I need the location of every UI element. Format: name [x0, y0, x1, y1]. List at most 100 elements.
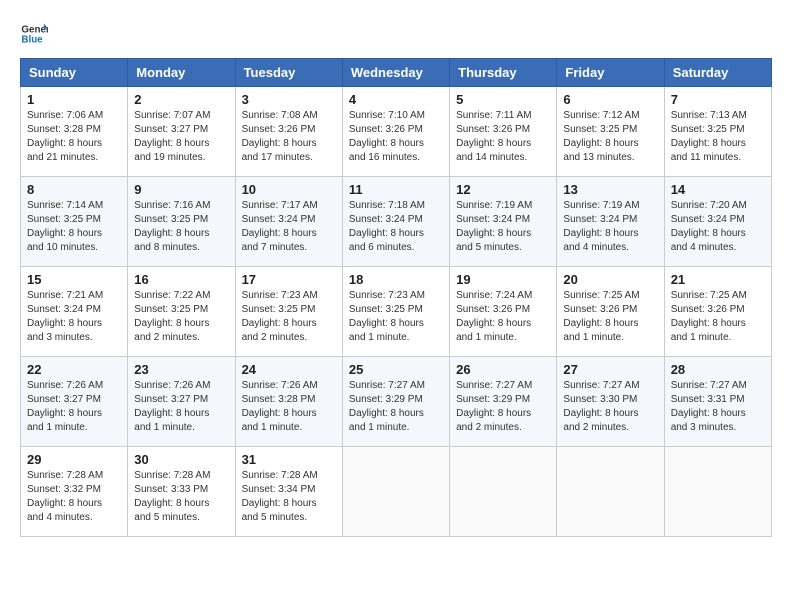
column-header-monday: Monday — [128, 59, 235, 87]
day-number: 8 — [27, 182, 121, 197]
calendar-cell: 22 Sunrise: 7:26 AMSunset: 3:27 PMDayligh… — [21, 357, 128, 447]
day-info: Sunrise: 7:13 AMSunset: 3:25 PMDaylight:… — [671, 109, 765, 165]
week-row: 15 Sunrise: 7:21 AMSunset: 3:24 PMDayligh… — [21, 267, 772, 357]
day-number: 14 — [671, 182, 765, 197]
day-number: 6 — [563, 92, 657, 107]
calendar-cell: 21 Sunrise: 7:25 AMSunset: 3:26 PMDayligh… — [664, 267, 771, 357]
day-number: 19 — [456, 272, 550, 287]
calendar-cell — [557, 447, 664, 537]
day-info: Sunrise: 7:26 AMSunset: 3:27 PMDaylight:… — [27, 379, 121, 435]
day-info: Sunrise: 7:24 AMSunset: 3:26 PMDaylight:… — [456, 289, 550, 345]
calendar-cell: 31 Sunrise: 7:28 AMSunset: 3:34 PMDayligh… — [235, 447, 342, 537]
day-number: 11 — [349, 182, 443, 197]
calendar-cell: 2Sunrise: 7:07 AMSunset: 3:27 PMDaylight… — [128, 87, 235, 177]
day-info: Sunrise: 7:12 AMSunset: 3:25 PMDaylight:… — [563, 109, 657, 165]
day-number: 12 — [456, 182, 550, 197]
header-row: SundayMondayTuesdayWednesdayThursdayFrid… — [21, 59, 772, 87]
day-info: Sunrise: 7:27 AMSunset: 3:31 PMDaylight:… — [671, 379, 765, 435]
calendar-table: SundayMondayTuesdayWednesdayThursdayFrid… — [20, 58, 772, 537]
calendar-cell: 28 Sunrise: 7:27 AMSunset: 3:31 PMDayligh… — [664, 357, 771, 447]
calendar-cell: 14 Sunrise: 7:20 AMSunset: 3:24 PMDayligh… — [664, 177, 771, 267]
day-number: 27 — [563, 362, 657, 377]
calendar-cell — [450, 447, 557, 537]
day-number: 4 — [349, 92, 443, 107]
column-header-thursday: Thursday — [450, 59, 557, 87]
calendar-cell: 10 Sunrise: 7:17 AMSunset: 3:24 PMDayligh… — [235, 177, 342, 267]
logo: General Blue — [20, 20, 48, 48]
day-number: 21 — [671, 272, 765, 287]
day-info: Sunrise: 7:26 AMSunset: 3:28 PMDaylight:… — [242, 379, 336, 435]
day-info: Sunrise: 7:19 AMSunset: 3:24 PMDaylight:… — [456, 199, 550, 255]
day-info: Sunrise: 7:18 AMSunset: 3:24 PMDaylight:… — [349, 199, 443, 255]
calendar-cell: 3 Sunrise: 7:08 AMSunset: 3:26 PMDaylight… — [235, 87, 342, 177]
day-number: 30 — [134, 452, 228, 467]
calendar-cell: 5 Sunrise: 7:11 AMSunset: 3:26 PMDaylight… — [450, 87, 557, 177]
calendar-header: SundayMondayTuesdayWednesdayThursdayFrid… — [21, 59, 772, 87]
day-number: 22 — [27, 362, 121, 377]
day-info: Sunrise: 7:26 AMSunset: 3:27 PMDaylight:… — [134, 379, 228, 435]
day-number: 10 — [242, 182, 336, 197]
calendar-cell: 13Sunrise: 7:19 AMSunset: 3:24 PMDayligh… — [557, 177, 664, 267]
day-number: 18 — [349, 272, 443, 287]
day-info: Sunrise: 7:23 AMSunset: 3:25 PMDaylight:… — [349, 289, 443, 345]
week-row: 22 Sunrise: 7:26 AMSunset: 3:27 PMDayligh… — [21, 357, 772, 447]
calendar-cell: 6 Sunrise: 7:12 AMSunset: 3:25 PMDaylight… — [557, 87, 664, 177]
calendar-cell: 24 Sunrise: 7:26 AMSunset: 3:28 PMDayligh… — [235, 357, 342, 447]
day-info: Sunrise: 7:28 AMSunset: 3:34 PMDaylight:… — [242, 469, 336, 525]
day-info: Sunrise: 7:19 AMSunset: 3:24 PMDaylight:… — [563, 199, 657, 255]
day-number: 2 — [134, 92, 228, 107]
calendar-cell: 29Sunrise: 7:28 AMSunset: 3:32 PMDayligh… — [21, 447, 128, 537]
calendar-cell: 25Sunrise: 7:27 AMSunset: 3:29 PMDayligh… — [342, 357, 449, 447]
page-header: General Blue — [20, 20, 772, 48]
day-number: 1 — [27, 92, 121, 107]
day-number: 7 — [671, 92, 765, 107]
calendar-cell: 12 Sunrise: 7:19 AMSunset: 3:24 PMDayligh… — [450, 177, 557, 267]
day-number: 17 — [242, 272, 336, 287]
day-info: Sunrise: 7:11 AMSunset: 3:26 PMDaylight:… — [456, 109, 550, 165]
column-header-saturday: Saturday — [664, 59, 771, 87]
day-number: 15 — [27, 272, 121, 287]
day-info: Sunrise: 7:28 AMSunset: 3:33 PMDaylight:… — [134, 469, 228, 525]
day-info: Sunrise: 7:17 AMSunset: 3:24 PMDaylight:… — [242, 199, 336, 255]
calendar-cell: 8Sunrise: 7:14 AMSunset: 3:25 PMDaylight… — [21, 177, 128, 267]
column-header-friday: Friday — [557, 59, 664, 87]
column-header-sunday: Sunday — [21, 59, 128, 87]
calendar-cell: 20 Sunrise: 7:25 AMSunset: 3:26 PMDayligh… — [557, 267, 664, 357]
day-number: 5 — [456, 92, 550, 107]
day-info: Sunrise: 7:08 AMSunset: 3:26 PMDaylight:… — [242, 109, 336, 165]
calendar-cell: 19 Sunrise: 7:24 AMSunset: 3:26 PMDayligh… — [450, 267, 557, 357]
day-number: 24 — [242, 362, 336, 377]
logo-icon: General Blue — [20, 20, 48, 48]
day-number: 26 — [456, 362, 550, 377]
calendar-cell: 11 Sunrise: 7:18 AMSunset: 3:24 PMDayligh… — [342, 177, 449, 267]
day-number: 28 — [671, 362, 765, 377]
day-number: 31 — [242, 452, 336, 467]
week-row: 1 Sunrise: 7:06 AMSunset: 3:28 PMDaylight… — [21, 87, 772, 177]
day-number: 29 — [27, 452, 121, 467]
day-number: 3 — [242, 92, 336, 107]
day-info: Sunrise: 7:25 AMSunset: 3:26 PMDaylight:… — [671, 289, 765, 345]
day-info: Sunrise: 7:10 AMSunset: 3:26 PMDaylight:… — [349, 109, 443, 165]
calendar-cell: 7 Sunrise: 7:13 AMSunset: 3:25 PMDaylight… — [664, 87, 771, 177]
day-number: 16 — [134, 272, 228, 287]
calendar-cell — [664, 447, 771, 537]
calendar-cell: 17 Sunrise: 7:23 AMSunset: 3:25 PMDayligh… — [235, 267, 342, 357]
day-info: Sunrise: 7:25 AMSunset: 3:26 PMDaylight:… — [563, 289, 657, 345]
column-header-tuesday: Tuesday — [235, 59, 342, 87]
day-info: Sunrise: 7:21 AMSunset: 3:24 PMDaylight:… — [27, 289, 121, 345]
day-info: Sunrise: 7:20 AMSunset: 3:24 PMDaylight:… — [671, 199, 765, 255]
calendar-cell: 4 Sunrise: 7:10 AMSunset: 3:26 PMDaylight… — [342, 87, 449, 177]
day-info: Sunrise: 7:23 AMSunset: 3:25 PMDaylight:… — [242, 289, 336, 345]
calendar-cell: 1 Sunrise: 7:06 AMSunset: 3:28 PMDaylight… — [21, 87, 128, 177]
day-number: 20 — [563, 272, 657, 287]
calendar-cell: 16 Sunrise: 7:22 AMSunset: 3:25 PMDayligh… — [128, 267, 235, 357]
day-number: 23 — [134, 362, 228, 377]
day-number: 9 — [134, 182, 228, 197]
day-number: 25 — [349, 362, 443, 377]
day-info: Sunrise: 7:22 AMSunset: 3:25 PMDaylight:… — [134, 289, 228, 345]
day-info: Sunrise: 7:06 AMSunset: 3:28 PMDaylight:… — [27, 109, 121, 165]
svg-text:Blue: Blue — [21, 34, 43, 45]
calendar-cell: 26Sunrise: 7:27 AMSunset: 3:29 PMDayligh… — [450, 357, 557, 447]
calendar-cell: 27Sunrise: 7:27 AMSunset: 3:30 PMDayligh… — [557, 357, 664, 447]
day-info: Sunrise: 7:16 AMSunset: 3:25 PMDaylight:… — [134, 199, 228, 255]
